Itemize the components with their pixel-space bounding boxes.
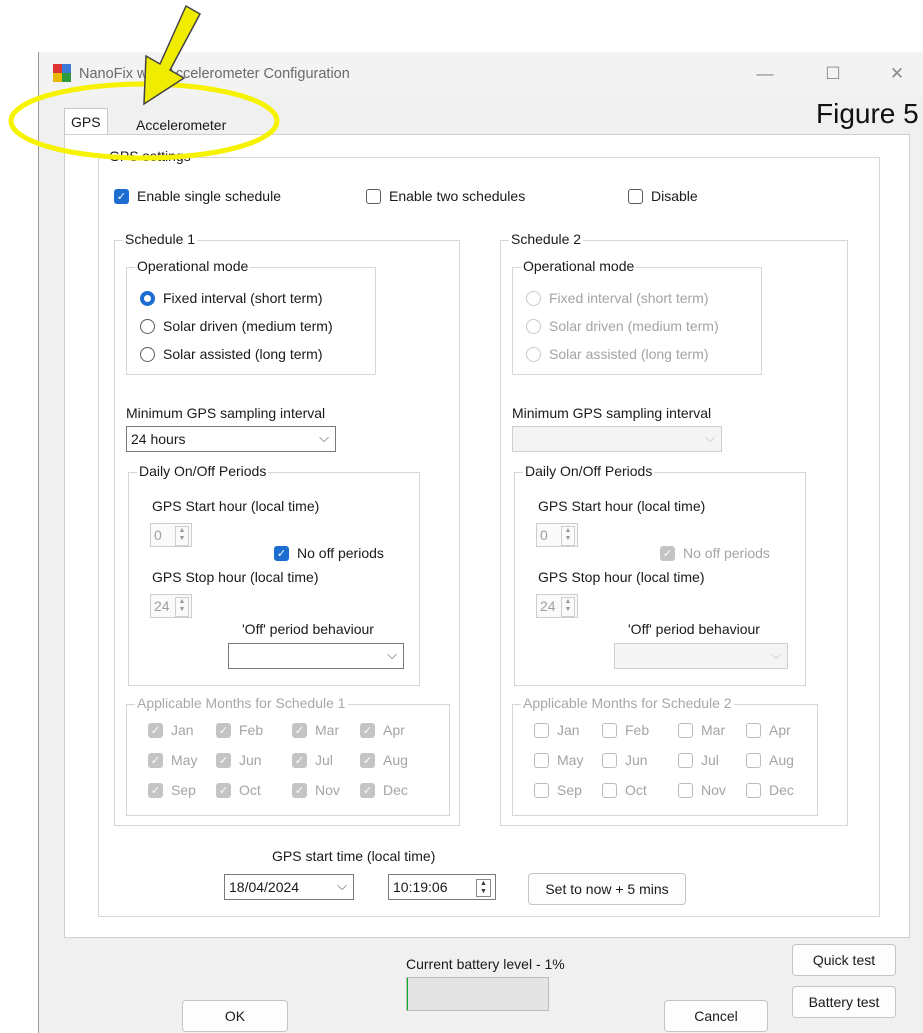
annotation-overlay: [8, 4, 280, 161]
arrow-icon: [143, 4, 202, 106]
